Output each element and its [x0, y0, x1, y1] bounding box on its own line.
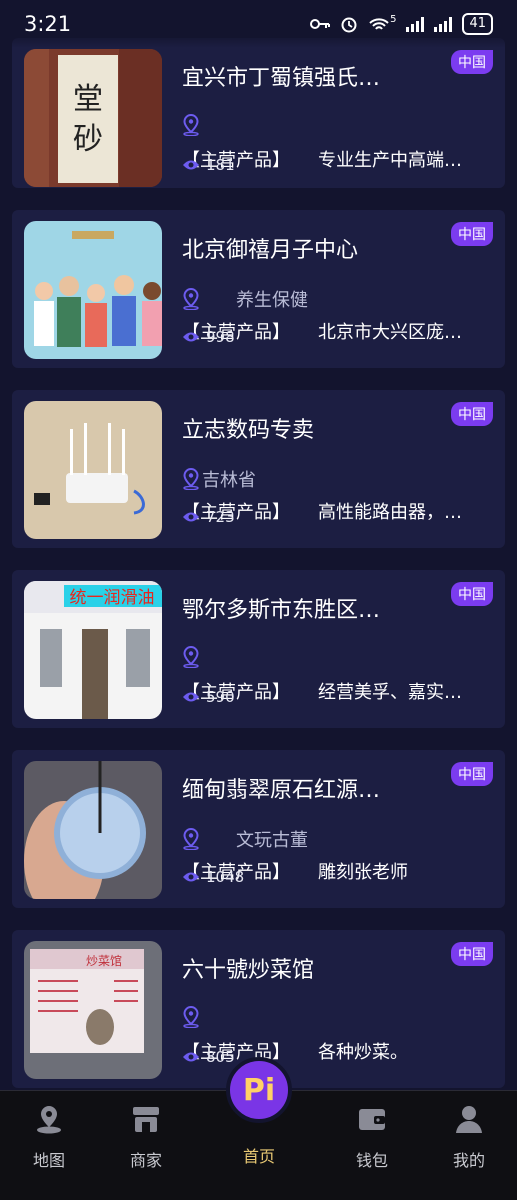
- battery-icon: 41: [462, 13, 493, 35]
- svg-text:堂: 堂: [73, 82, 103, 117]
- merchant-location: [182, 1006, 202, 1028]
- home-logo-text: Pi: [242, 1072, 276, 1108]
- main-products-value: 经营美孚、嘉实…: [318, 682, 462, 703]
- wifi-icon: [369, 18, 389, 30]
- country-badge: 中国: [451, 942, 493, 966]
- view-count: 723: [182, 508, 235, 526]
- country-badge: 中国: [451, 762, 493, 786]
- location-text: 吉林省: [202, 470, 256, 491]
- location-text: 文玩古董: [236, 830, 308, 851]
- signal-icon-2: [434, 16, 453, 32]
- merchant-location: 文玩古董: [182, 826, 308, 852]
- merchant-location: [182, 646, 202, 668]
- location-pin-icon: [183, 646, 199, 668]
- eye-icon: [183, 512, 199, 522]
- view-count: 805: [182, 1048, 235, 1066]
- tab-mine[interactable]: 我的: [434, 1103, 504, 1171]
- tab-wallet[interactable]: 钱包: [337, 1103, 407, 1171]
- tab-merchant[interactable]: 商家: [111, 1103, 181, 1171]
- main-products-value: 雕刻张老师: [318, 862, 408, 883]
- merchant-thumbnail: [24, 401, 162, 539]
- eye-icon: [183, 872, 199, 882]
- view-count-value: 1048: [206, 868, 245, 886]
- view-count-value: 805: [206, 1048, 235, 1066]
- battery-level: 41: [469, 16, 486, 31]
- country-badge: 中国: [451, 582, 493, 606]
- bottom-tab-bar: Pi 地图 商家 首页 钱包 我的: [0, 1057, 517, 1200]
- merchant-title: 立志数码专卖: [182, 418, 315, 443]
- eye-icon: [183, 160, 199, 170]
- location-pin-icon: [183, 828, 199, 850]
- signal-super: 5: [390, 13, 397, 25]
- main-products-value: 专业生产中高端…: [318, 150, 462, 171]
- list-item[interactable]: 堂砂 宜兴市丁蜀镇强氏… 中国 【主营产品】 专业生产中高端… 181: [12, 38, 505, 188]
- view-count: 181: [182, 156, 235, 174]
- svg-text:统一润滑油: 统一润滑油: [70, 588, 155, 608]
- country-badge: 中国: [451, 222, 493, 246]
- location-pin-icon: [183, 1006, 199, 1028]
- list-item[interactable]: 立志数码专卖 中国 吉林省 【主营产品】 高性能路由器，… 723: [12, 390, 505, 548]
- status-icons: 5 41: [310, 13, 493, 35]
- tab-home-label: 首页: [242, 1147, 275, 1166]
- list-item[interactable]: 统一润滑油 鄂尔多斯市东胜区… 中国 【主营产品】 经营美孚、嘉实… 590: [12, 570, 505, 728]
- svg-text:砂: 砂: [73, 122, 103, 157]
- view-count: 1048: [182, 868, 244, 886]
- map-icon: [37, 1106, 61, 1134]
- merchant-location: 养生保健: [182, 286, 308, 312]
- app-screen: 3:21 5 41 211 堂砂 宜兴市丁蜀镇强氏… 中国: [0, 0, 517, 1200]
- country-badge: 中国: [451, 402, 493, 426]
- view-count: 590: [182, 688, 235, 706]
- merchant-thumbnail: 炒菜馆: [24, 941, 162, 1079]
- location-text: 养生保健: [236, 290, 308, 311]
- location-pin-icon: [183, 288, 199, 310]
- merchant-thumbnail: 堂砂: [24, 49, 162, 187]
- country-badge: 中国: [451, 50, 493, 74]
- eye-icon: [183, 692, 199, 702]
- tab-mine-label: 我的: [452, 1151, 485, 1170]
- main-products-value: 各种炒菜。: [318, 1042, 408, 1063]
- signal-icon-1: [406, 16, 425, 32]
- view-count-value: 590: [206, 688, 235, 706]
- main-products-value: 高性能路由器，…: [318, 502, 462, 523]
- view-count: 998: [182, 328, 235, 346]
- alarm-icon: [341, 17, 357, 33]
- merchant-title: 缅甸翡翠原石红源…: [182, 778, 381, 803]
- shop-icon: [133, 1107, 159, 1132]
- location-pin-icon: [183, 468, 199, 490]
- user-icon: [456, 1106, 482, 1133]
- view-count-value: 723: [206, 508, 235, 526]
- tab-map[interactable]: 地图: [14, 1103, 84, 1171]
- home-logo-button[interactable]: Pi: [226, 1057, 292, 1123]
- list-item[interactable]: 北京御禧月子中心 中国 养生保健 【主营产品】 北京市大兴区庞… 998: [12, 210, 505, 368]
- merchant-location: [182, 114, 202, 136]
- merchant-thumbnail: [24, 221, 162, 359]
- view-count-value: 998: [206, 328, 235, 346]
- merchant-location: 吉林省: [182, 466, 256, 492]
- merchant-title: 宜兴市丁蜀镇强氏…: [182, 66, 381, 91]
- tab-wallet-label: 钱包: [355, 1151, 388, 1170]
- status-time: 3:21: [24, 12, 72, 36]
- list-item[interactable]: 缅甸翡翠原石红源… 中国 文玩古董 【主营产品】 雕刻张老师 1048: [12, 750, 505, 908]
- merchant-title: 六十號炒菜馆: [182, 958, 315, 983]
- merchant-thumbnail: 统一润滑油: [24, 581, 162, 719]
- key-icon: [310, 19, 331, 29]
- status-bar: 3:21 5 41: [0, 0, 517, 48]
- location-pin-icon: [183, 114, 199, 136]
- view-count-value: 181: [206, 156, 235, 174]
- main-products-value: 北京市大兴区庞…: [318, 322, 462, 343]
- eye-icon: [183, 1052, 199, 1062]
- wallet-icon: [359, 1109, 385, 1130]
- merchant-thumbnail: [24, 761, 162, 899]
- tab-map-label: 地图: [32, 1151, 65, 1170]
- merchant-title: 鄂尔多斯市东胜区…: [182, 598, 381, 623]
- eye-icon: [183, 332, 199, 342]
- tab-merchant-label: 商家: [129, 1151, 162, 1170]
- merchant-title: 北京御禧月子中心: [182, 238, 359, 263]
- svg-text:炒菜馆: 炒菜馆: [86, 953, 122, 968]
- merchant-list: 211 堂砂 宜兴市丁蜀镇强氏… 中国 【主营产品】专业生产中高端… 181: [0, 0, 517, 1110]
